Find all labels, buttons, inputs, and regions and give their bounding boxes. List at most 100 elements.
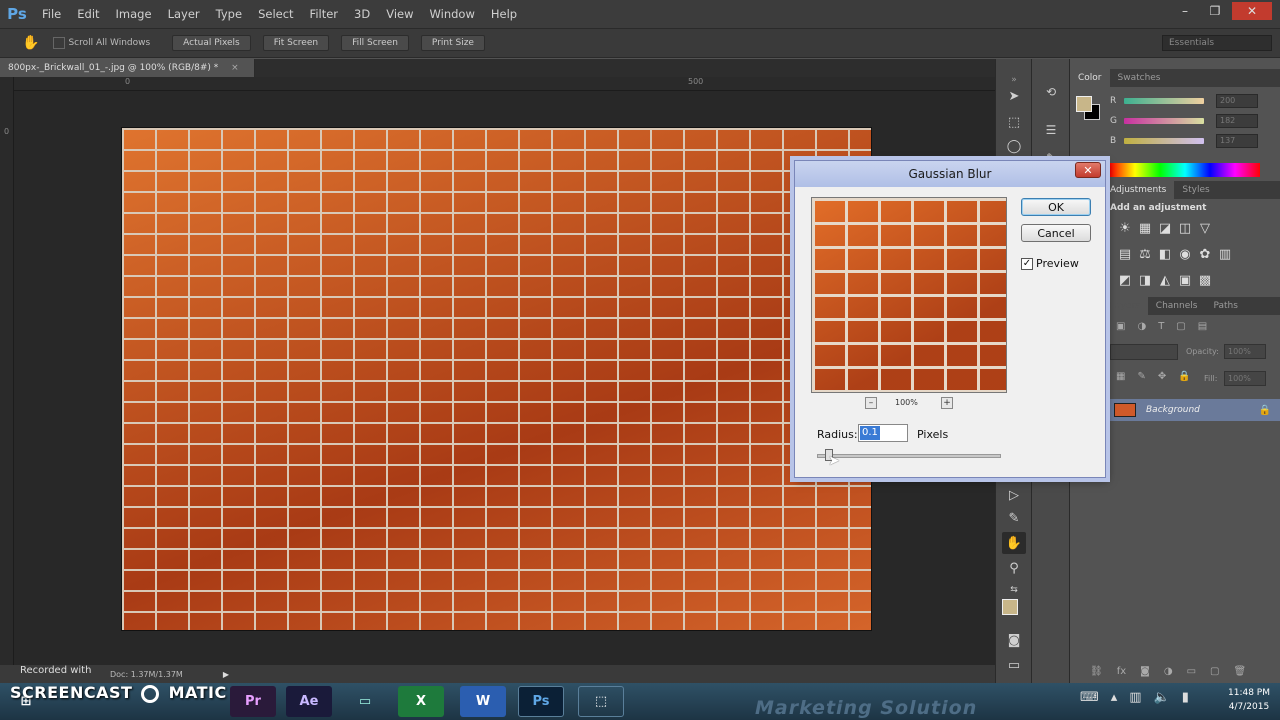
taskbar-clock[interactable]: 11:48 PM 4/7/2015 xyxy=(1228,686,1270,714)
menu-filter[interactable]: Filter xyxy=(302,0,346,28)
brick-wall-image[interactable] xyxy=(122,128,871,630)
blue-value[interactable]: 137 xyxy=(1216,134,1258,148)
zoom-in-button[interactable]: + xyxy=(941,397,953,409)
fill-value[interactable]: 100% xyxy=(1224,371,1266,386)
red-track[interactable] xyxy=(1124,98,1204,104)
marquee-tool-icon[interactable]: ⬚ xyxy=(1002,111,1026,133)
quick-mask-icon[interactable]: ◙ xyxy=(1002,629,1026,651)
threshold-icon[interactable]: ◭ xyxy=(1156,271,1174,289)
exposure-icon[interactable]: ◫ xyxy=(1176,219,1194,237)
green-slider[interactable]: G 182 xyxy=(1110,112,1280,130)
scroll-all-windows-option[interactable]: Scroll All Windows xyxy=(53,37,150,49)
dialog-title-bar[interactable]: Gaussian Blur ✕ xyxy=(795,161,1105,187)
lock-paint-icon[interactable]: ✎ xyxy=(1137,371,1145,382)
blue-track[interactable] xyxy=(1124,138,1204,144)
tab-swatches[interactable]: Swatches xyxy=(1110,69,1169,87)
invert-icon[interactable]: ◩ xyxy=(1116,271,1134,289)
delete-layer-icon[interactable]: 🗑 xyxy=(1234,666,1247,677)
filter-shape-icon[interactable]: ▢ xyxy=(1176,321,1185,332)
cancel-button[interactable]: Cancel xyxy=(1021,224,1091,242)
new-group-icon[interactable]: ▭ xyxy=(1187,666,1196,677)
print-size-button[interactable]: Print Size xyxy=(420,35,485,51)
tray-arrow-icon[interactable]: ▴ xyxy=(1111,690,1118,705)
new-layer-icon[interactable]: ▢ xyxy=(1210,666,1219,677)
screen-mode-icon[interactable]: ▭ xyxy=(1002,654,1026,676)
menu-edit[interactable]: Edit xyxy=(69,0,107,28)
lock-all-icon[interactable]: 🔒 xyxy=(1178,371,1190,382)
history-icon[interactable]: ⟲ xyxy=(1040,81,1062,103)
lock-position-icon[interactable]: ✥ xyxy=(1158,371,1166,382)
channel-mixer-icon[interactable]: ✿ xyxy=(1196,245,1214,263)
restore-button[interactable]: ❐ xyxy=(1202,2,1228,20)
red-value[interactable]: 200 xyxy=(1216,94,1258,108)
volume-icon[interactable]: 🔈 xyxy=(1154,690,1170,705)
gradient-map-icon[interactable]: ▣ xyxy=(1176,271,1194,289)
battery-icon[interactable]: ▮ xyxy=(1182,690,1189,705)
layer-row-background[interactable]: Background 🔒 xyxy=(1110,399,1280,421)
menu-select[interactable]: Select xyxy=(250,0,301,28)
hand-tool-icon[interactable]: ✋ xyxy=(1002,532,1026,554)
blend-mode-select[interactable] xyxy=(1110,344,1178,360)
tab-color[interactable]: Color xyxy=(1070,69,1110,87)
hue-saturation-icon[interactable]: ▤ xyxy=(1116,245,1134,263)
preview-checkbox-row[interactable]: ✓ Preview xyxy=(1021,257,1079,270)
tab-styles[interactable]: Styles xyxy=(1174,181,1217,199)
dialog-close-button[interactable]: ✕ xyxy=(1075,162,1101,178)
preview-checkbox[interactable]: ✓ xyxy=(1021,257,1033,270)
color-spectrum[interactable] xyxy=(1110,163,1260,177)
document-tab[interactable]: 800px-_Brickwall_01_-.jpg @ 100% (RGB/8#… xyxy=(0,59,255,77)
minimize-button[interactable]: – xyxy=(1172,2,1198,20)
vibrance-icon[interactable]: ▽ xyxy=(1196,219,1214,237)
menu-type[interactable]: Type xyxy=(208,0,250,28)
tab-paths[interactable]: Paths xyxy=(1205,297,1245,315)
photo-filter-icon[interactable]: ◉ xyxy=(1176,245,1194,263)
color-balance-icon[interactable]: ⚖ xyxy=(1136,245,1154,263)
excel-taskbar-icon[interactable]: X xyxy=(398,686,444,717)
menu-file[interactable]: File xyxy=(34,0,69,28)
status-arrow-icon[interactable]: ▶ xyxy=(223,670,229,679)
ok-button[interactable]: OK xyxy=(1021,198,1091,216)
after-effects-taskbar-icon[interactable]: Ae xyxy=(286,686,332,717)
menu-window[interactable]: Window xyxy=(422,0,483,28)
link-layers-icon[interactable]: ⛓ xyxy=(1090,666,1103,677)
brightness-icon[interactable]: ☀ xyxy=(1116,219,1134,237)
filter-smart-icon[interactable]: ▤ xyxy=(1198,321,1207,332)
green-value[interactable]: 182 xyxy=(1216,114,1258,128)
foreground-color-swatch[interactable] xyxy=(1002,599,1018,615)
scroll-all-checkbox[interactable] xyxy=(53,37,66,49)
close-button[interactable]: ✕ xyxy=(1232,2,1272,20)
radius-input[interactable]: 0.1 xyxy=(858,424,908,442)
levels-icon[interactable]: ▦ xyxy=(1136,219,1154,237)
add-mask-icon[interactable]: ◙ xyxy=(1140,666,1150,677)
word-taskbar-icon[interactable]: W xyxy=(460,686,506,717)
new-adjustment-icon[interactable]: ◑ xyxy=(1164,666,1173,677)
radius-slider-track[interactable] xyxy=(817,454,1001,458)
filter-pixel-icon[interactable]: ▣ xyxy=(1116,321,1125,332)
selective-color-icon[interactable]: ▩ xyxy=(1196,271,1214,289)
path-select-tool-icon[interactable]: ▷ xyxy=(1002,484,1026,506)
menu-layer[interactable]: Layer xyxy=(160,0,208,28)
fit-screen-button[interactable]: Fit Screen xyxy=(262,35,330,51)
zoom-out-button[interactable]: – xyxy=(865,397,877,409)
lock-transparent-icon[interactable]: ▦ xyxy=(1116,371,1125,382)
blue-slider[interactable]: B 137 xyxy=(1110,132,1280,150)
red-slider[interactable]: R 200 xyxy=(1110,92,1280,110)
properties-icon[interactable]: ☰ xyxy=(1040,119,1062,141)
blur-preview-image[interactable] xyxy=(811,197,1007,393)
filter-type-icon[interactable]: T xyxy=(1158,321,1164,332)
hand-tool-icon[interactable]: ✋ xyxy=(22,35,39,51)
snipping-taskbar-icon[interactable]: ⬚ xyxy=(578,686,624,717)
menu-3d[interactable]: 3D xyxy=(346,0,378,28)
opacity-value[interactable]: 100% xyxy=(1224,344,1266,359)
filter-adjust-icon[interactable]: ◑ xyxy=(1137,321,1146,332)
posterize-icon[interactable]: ◨ xyxy=(1136,271,1154,289)
explorer-taskbar-icon[interactable]: ▭ xyxy=(342,686,388,717)
shape-tool-icon[interactable]: ✎ xyxy=(1002,507,1026,529)
menu-image[interactable]: Image xyxy=(108,0,160,28)
premiere-taskbar-icon[interactable]: Pr xyxy=(230,686,276,717)
actual-pixels-button[interactable]: Actual Pixels xyxy=(172,35,251,51)
zoom-tool-icon[interactable]: ⚲ xyxy=(1002,557,1026,579)
network-icon[interactable]: ▥ xyxy=(1129,690,1141,705)
fill-screen-button[interactable]: Fill Screen xyxy=(341,35,409,51)
swap-colors-icon[interactable]: ⇆ xyxy=(1002,579,1026,601)
